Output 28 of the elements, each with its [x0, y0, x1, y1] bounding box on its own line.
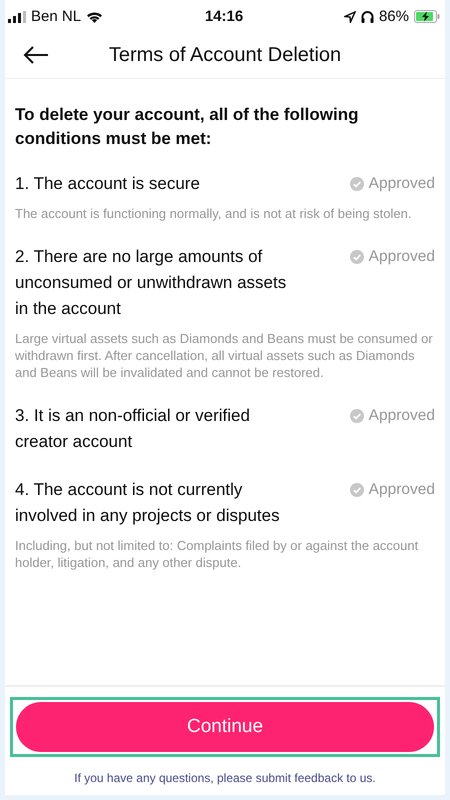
condition-title: 4. The account is not currently involved in any projects or disputes — [15, 479, 281, 527]
check-circle-icon — [350, 409, 364, 423]
battery-charging-icon — [414, 10, 440, 23]
condition-status: Approved — [350, 403, 435, 429]
check-circle-icon — [350, 177, 364, 191]
headphones-icon — [360, 10, 374, 23]
page-title: Terms of Account Deletion — [108, 44, 342, 66]
signal-icon — [8, 10, 26, 22]
battery-percent: 86% — [378, 8, 409, 25]
check-circle-icon — [350, 483, 364, 497]
condition-title: 2. There are no large amounts of unconsumed or unwithdrawn assets in the account — [15, 246, 288, 320]
feedback-link[interactable]: If you have any questions, please submit feedback to us. — [74, 771, 376, 785]
condition-description: The account is functioning normally, and is not at risk of being stolen. — [15, 205, 412, 222]
carrier-name: Ben NL — [31, 8, 82, 25]
back-arrow-icon[interactable] — [22, 45, 50, 65]
intro-text: To delete your account, all of the following conditions must be met: — [15, 104, 360, 150]
condition-description: Large virtual assets such as Diamonds and Beans must be consumed or withdrawn first. After cancellation, all virtual assets such as Diamonds and Beans will be invalidated and cannot be restored. — [15, 330, 434, 381]
condition-status: Approved — [350, 477, 435, 503]
continue-button[interactable]: Continue — [16, 702, 434, 752]
condition-status: Approved — [350, 171, 435, 197]
location-arrow-icon — [344, 10, 356, 22]
condition-status: Approved — [350, 244, 435, 270]
check-circle-icon — [350, 250, 364, 264]
condition-title: 3. It is an non-official or verified creator account — [15, 405, 251, 453]
condition-description: Including, but not limited to: Complaints filed by or against the account holder, litigation, and any other dispute. — [15, 537, 420, 571]
wifi-icon — [86, 10, 104, 22]
status-time: 14:16 — [204, 8, 244, 25]
condition-title: 1. The account is secure — [15, 173, 201, 195]
